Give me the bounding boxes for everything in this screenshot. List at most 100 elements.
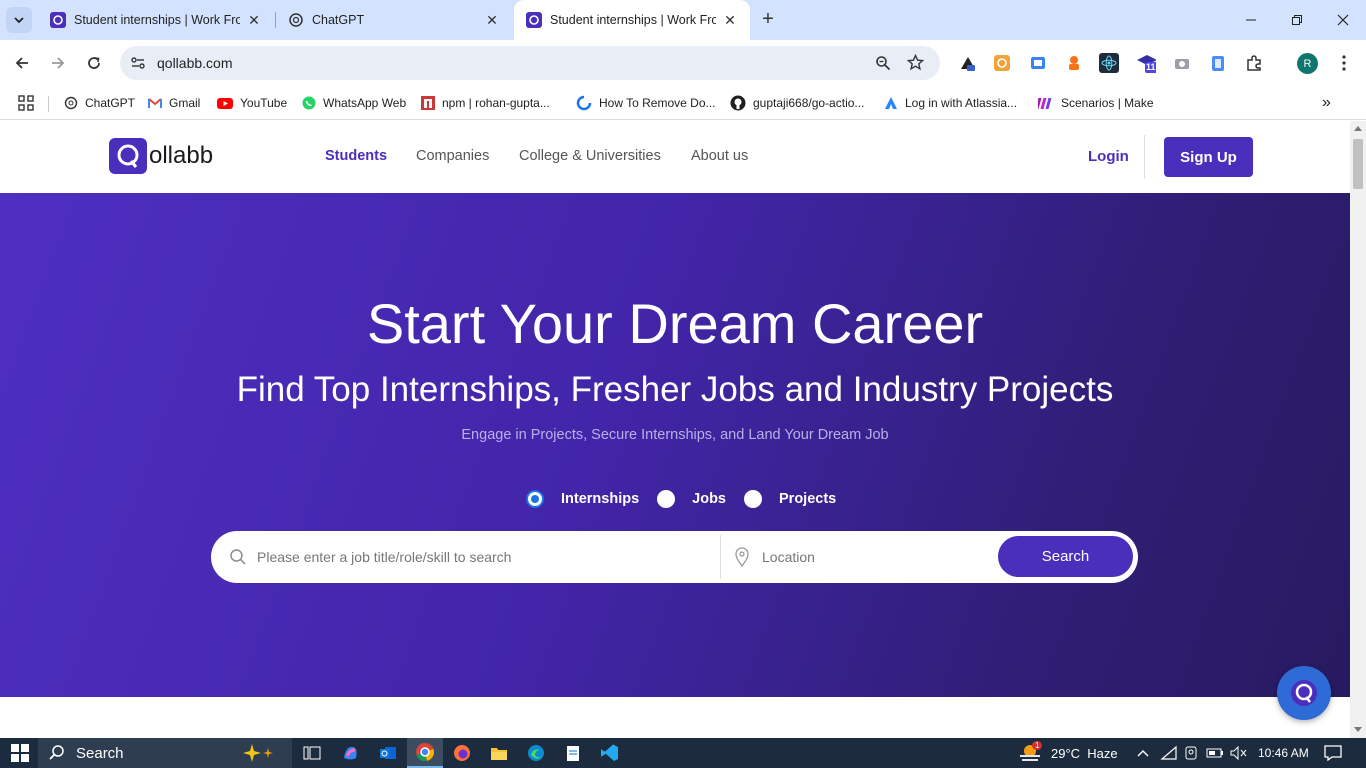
bookmark-label: WhatsApp Web: [323, 96, 407, 110]
reload-button[interactable]: [81, 50, 107, 76]
bookmark-make[interactable]: Scenarios | Make: [1038, 93, 1154, 113]
location-input[interactable]: Location: [762, 549, 815, 565]
clock-time[interactable]: 10:46 AM: [1258, 738, 1309, 768]
windows-start-icon[interactable]: [8, 741, 32, 765]
radio-internships[interactable]: [526, 490, 544, 508]
notepad-app-icon[interactable]: [561, 741, 585, 765]
new-tab-button[interactable]: +: [757, 9, 779, 31]
task-view-icon[interactable]: [300, 741, 324, 765]
login-link[interactable]: Login: [1088, 148, 1129, 165]
scroll-up-icon[interactable]: [1354, 126, 1362, 131]
forward-button[interactable]: [45, 50, 71, 76]
reload-icon: [88, 57, 100, 69]
sign-up-button[interactable]: Sign Up: [1164, 137, 1253, 177]
tab-strip: Student internships | Work From ✕ ChatGP…: [0, 0, 1366, 40]
taskbar-search[interactable]: Search: [38, 738, 292, 768]
browser-tab-2[interactable]: ChatGPT ✕: [276, 0, 512, 40]
hero-title: Start Your Dream Career: [366, 292, 984, 355]
bookmark-github[interactable]: guptaji668/go-actio...: [730, 93, 864, 113]
bookmark-label: Log in with Atlassia...: [905, 96, 1018, 110]
radio-projects[interactable]: [744, 490, 762, 508]
battery-icon[interactable]: [1206, 738, 1224, 768]
camera-extension-icon[interactable]: [1172, 53, 1192, 73]
nav-students[interactable]: Students: [325, 148, 387, 164]
site-info-icon[interactable]: [130, 55, 146, 71]
extension-2-icon[interactable]: [992, 53, 1012, 73]
atlassian-icon: [885, 97, 897, 109]
qollabb-logo[interactable]: ollabb: [109, 138, 213, 174]
volume-muted-icon[interactable]: [1230, 738, 1248, 768]
url-text[interactable]: qollabb.com: [157, 55, 233, 71]
copilot-app-icon[interactable]: [338, 741, 362, 765]
chrome-app-icon[interactable]: [407, 738, 443, 768]
bookmark-how-to-remove[interactable]: How To Remove Do...: [576, 93, 716, 113]
show-hidden-icons[interactable]: [1137, 738, 1149, 768]
nav-about-us[interactable]: About us: [691, 148, 748, 164]
network-wifi-icon[interactable]: [1160, 738, 1178, 768]
vscode-app-icon[interactable]: [598, 741, 622, 765]
firefox-app-icon[interactable]: [450, 741, 474, 765]
nav-colleges[interactable]: College & Universities: [519, 148, 661, 164]
minimize-button[interactable]: [1228, 0, 1274, 40]
tab-close-icon[interactable]: ✕: [246, 12, 262, 28]
radio-jobs[interactable]: [657, 490, 676, 508]
meet-now-icon[interactable]: [1184, 738, 1198, 768]
bookmark-youtube[interactable]: YouTube: [217, 93, 287, 113]
radio-label-internships[interactable]: Internships: [561, 491, 639, 507]
bookmark-whatsapp[interactable]: WhatsApp Web: [302, 93, 406, 113]
chat-logo-icon: [1291, 680, 1317, 706]
search-button[interactable]: Search: [998, 536, 1133, 577]
extension-3-icon[interactable]: [1028, 53, 1048, 73]
tab-search-button[interactable]: [6, 7, 32, 33]
chevron-up-icon: [1137, 750, 1149, 757]
extension-clipboard-icon[interactable]: [1208, 53, 1228, 73]
bookmark-atlassian[interactable]: Log in with Atlassia...: [884, 93, 1017, 113]
restore-button[interactable]: [1274, 0, 1320, 40]
extensions-puzzle-icon[interactable]: [1244, 53, 1264, 73]
notifications-icon[interactable]: [1324, 738, 1342, 768]
browser-tab-1[interactable]: Student internships | Work From ✕: [38, 0, 274, 40]
bookmark-label: Gmail: [169, 96, 201, 110]
bookmark-npm[interactable]: npm | rohan-gupta...: [421, 93, 550, 113]
tab-close-icon[interactable]: ✕: [484, 12, 500, 28]
apps-grid-icon[interactable]: [18, 93, 34, 113]
nav-companies[interactable]: Companies: [416, 148, 489, 164]
outlook-app-icon[interactable]: [376, 741, 400, 765]
browser-tab-3-active[interactable]: Student internships | Work From ✕: [514, 0, 750, 40]
bookmark-chatgpt[interactable]: ChatGPT: [64, 93, 135, 113]
address-bar[interactable]: qollabb.com: [120, 46, 940, 80]
radio-label-jobs[interactable]: Jobs: [692, 491, 726, 507]
scrollbar-thumb[interactable]: [1353, 139, 1363, 189]
scroll-down-icon[interactable]: [1354, 727, 1362, 732]
profile-avatar[interactable]: R: [1297, 53, 1318, 74]
file-explorer-app-icon[interactable]: [487, 741, 511, 765]
extension-1-icon[interactable]: [958, 53, 978, 73]
hero-section: Start Your Dream Career Find Top Interns…: [0, 193, 1350, 697]
search-type-radio-group: Internships Jobs Projects: [526, 489, 854, 509]
restore-icon: [1292, 15, 1302, 25]
extension-4-icon[interactable]: [1064, 53, 1084, 73]
minimize-icon: [1246, 19, 1256, 21]
zoom-icon[interactable]: [875, 55, 891, 71]
tab-close-icon[interactable]: ✕: [722, 12, 738, 28]
bookmark-label: npm | rohan-gupta...: [442, 96, 550, 110]
close-window-button[interactable]: [1320, 0, 1366, 40]
arrow-right-icon: [52, 57, 65, 69]
weather-widget[interactable]: 1 29°C Haze: [1018, 738, 1118, 768]
menu-kebab-icon[interactable]: [1334, 53, 1354, 73]
page-scrollbar[interactable]: [1350, 121, 1366, 738]
react-devtools-icon[interactable]: [1099, 53, 1119, 73]
bookmarks-overflow-icon[interactable]: »: [1322, 93, 1331, 113]
bookmark-gmail[interactable]: Gmail: [148, 93, 200, 113]
tab-title: Student internships | Work From: [74, 13, 240, 27]
edge-app-icon[interactable]: [524, 741, 548, 765]
tab-title: ChatGPT: [312, 13, 365, 27]
back-button[interactable]: [9, 50, 35, 76]
extension-graduation-icon[interactable]: 11: [1136, 53, 1156, 73]
bookmark-star-icon[interactable]: [907, 54, 924, 71]
qollabb-favicon-icon: [50, 12, 66, 28]
radio-label-projects[interactable]: Projects: [779, 491, 836, 507]
job-search-input[interactable]: Please enter a job title/role/skill to s…: [257, 549, 511, 565]
chat-widget-button[interactable]: [1277, 666, 1331, 720]
arrow-left-icon: [15, 57, 28, 69]
